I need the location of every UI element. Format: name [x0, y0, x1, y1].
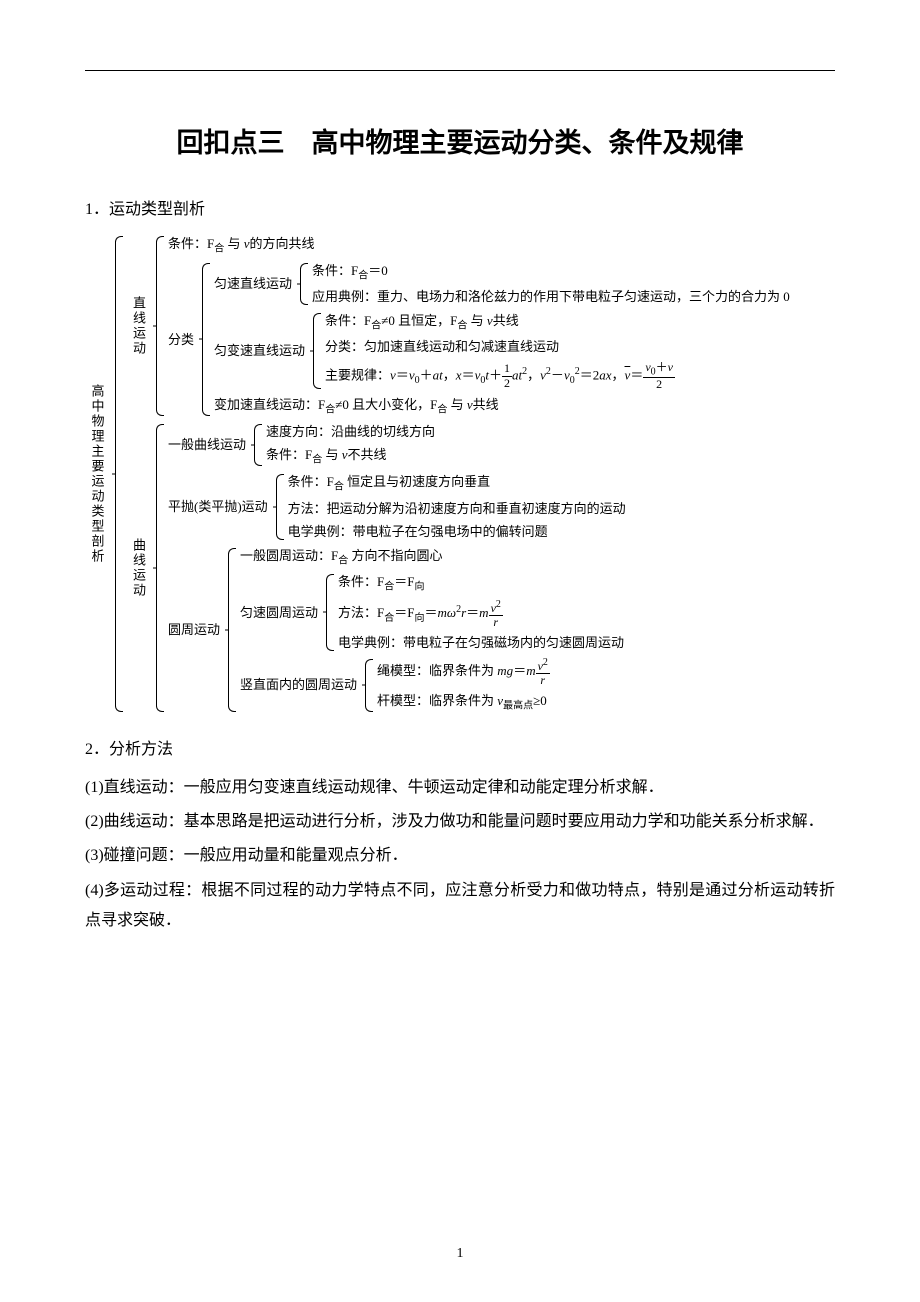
- gen-circular: 一般圆周运动：F合 方向不指向圆心: [240, 545, 624, 570]
- brace-icon: [112, 233, 124, 715]
- section-2-heading: 2．分析方法: [85, 735, 835, 759]
- uni-circ-cond: 条件：F合＝F向: [338, 571, 624, 596]
- proj-method: 方法：把运动分解为沿初速度方向和垂直初速度方向的运动: [288, 498, 626, 520]
- uni-circ-example: 电学典例：带电粒子在匀强磁场内的匀速圆周运动: [338, 632, 624, 654]
- page-number: 1: [0, 1246, 920, 1262]
- uniform-linear-label: 匀速直线运动: [214, 260, 294, 308]
- brace-icon: [199, 260, 211, 419]
- linear-class-label: 分类: [168, 260, 196, 419]
- brace-icon: [362, 656, 374, 715]
- uniform-linear-example: 应用典例：重力、电场力和洛伦兹力的作用下带电粒子匀速运动，三个力的合力为 0: [312, 286, 790, 308]
- projectile-label: 平抛(类平抛)运动: [168, 471, 270, 543]
- brace-icon: [153, 421, 165, 715]
- linear-label: 直线运动: [127, 233, 151, 419]
- linear-condition: 条件：F合 与 v的方向共线: [168, 233, 790, 258]
- brace-icon: [310, 310, 322, 393]
- brace-icon: [273, 471, 285, 543]
- rope-model: 绳模型：临界条件为 mg＝mv2r: [377, 656, 550, 688]
- proj-cond: 条件：F合 恒定且与初速度方向垂直: [288, 471, 626, 496]
- gen-curve-cond: 条件：F合 与 v不共线: [266, 444, 435, 469]
- method-3: (3)碰撞问题：一般应用动量和能量观点分析．: [85, 841, 835, 871]
- method-4: (4)多运动过程：根据不同过程的动力学特点不同，应注意分析受力和做功特点，特别是…: [85, 876, 835, 937]
- uni-circ-method: 方法：F合＝F向＝mω2r＝mv2r: [338, 598, 624, 630]
- vacc-linear: 变加速直线运动：F合≠0 且大小变化，F合 与 v共线: [214, 394, 790, 419]
- method-1: (1)直线运动：一般应用匀变速直线运动规律、牛顿运动定律和动能定理分析求解．: [85, 773, 835, 803]
- uacc-cond: 条件：F合≠0 且恒定，F合 与 v共线: [325, 310, 675, 335]
- document-title: 回扣点三 高中物理主要运动分类、条件及规律: [85, 121, 835, 160]
- motion-tree: 高中物理主要运动类型剖析 直线运动 条件：F合 与 v的方向共线 分类: [85, 233, 835, 715]
- brace-icon: [225, 545, 237, 715]
- circular-label: 圆周运动: [168, 545, 222, 715]
- uacc-law: 主要规律：v＝v0＋at，x＝v0t＋12at2，v2－v02＝2ax，v＝v0…: [325, 360, 675, 393]
- brace-icon: [153, 233, 165, 419]
- uniform-circular-label: 匀速圆周运动: [240, 571, 320, 653]
- brace-icon: [251, 421, 263, 469]
- uniform-linear-cond: 条件：F合＝0: [312, 260, 790, 285]
- gen-curve-label: 一般曲线运动: [168, 421, 248, 469]
- curve-label: 曲线运动: [127, 421, 151, 715]
- rod-model: 杆模型：临界条件为 v最高点≥0: [377, 690, 550, 715]
- proj-example: 电学典例：带电粒子在匀强电场中的偏转问题: [288, 521, 626, 543]
- section-1-heading: 1．运动类型剖析: [85, 195, 835, 219]
- brace-icon: [297, 260, 309, 308]
- uacc-class: 分类：匀加速直线运动和匀减速直线运动: [325, 336, 675, 358]
- vertical-circular-label: 竖直面内的圆周运动: [240, 656, 359, 715]
- top-rule: [85, 70, 835, 71]
- uacc-linear-label: 匀变速直线运动: [214, 310, 307, 393]
- brace-icon: [323, 571, 335, 653]
- gen-curve-dir: 速度方向：沿曲线的切线方向: [266, 421, 435, 443]
- tree-root-label: 高中物理主要运动类型剖析: [85, 233, 109, 715]
- page: 回扣点三 高中物理主要运动分类、条件及规律 1．运动类型剖析 高中物理主要运动类…: [0, 0, 920, 1302]
- method-2: (2)曲线运动：基本思路是把运动进行分析，涉及力做功和能量问题时要应用动力学和功…: [85, 807, 835, 837]
